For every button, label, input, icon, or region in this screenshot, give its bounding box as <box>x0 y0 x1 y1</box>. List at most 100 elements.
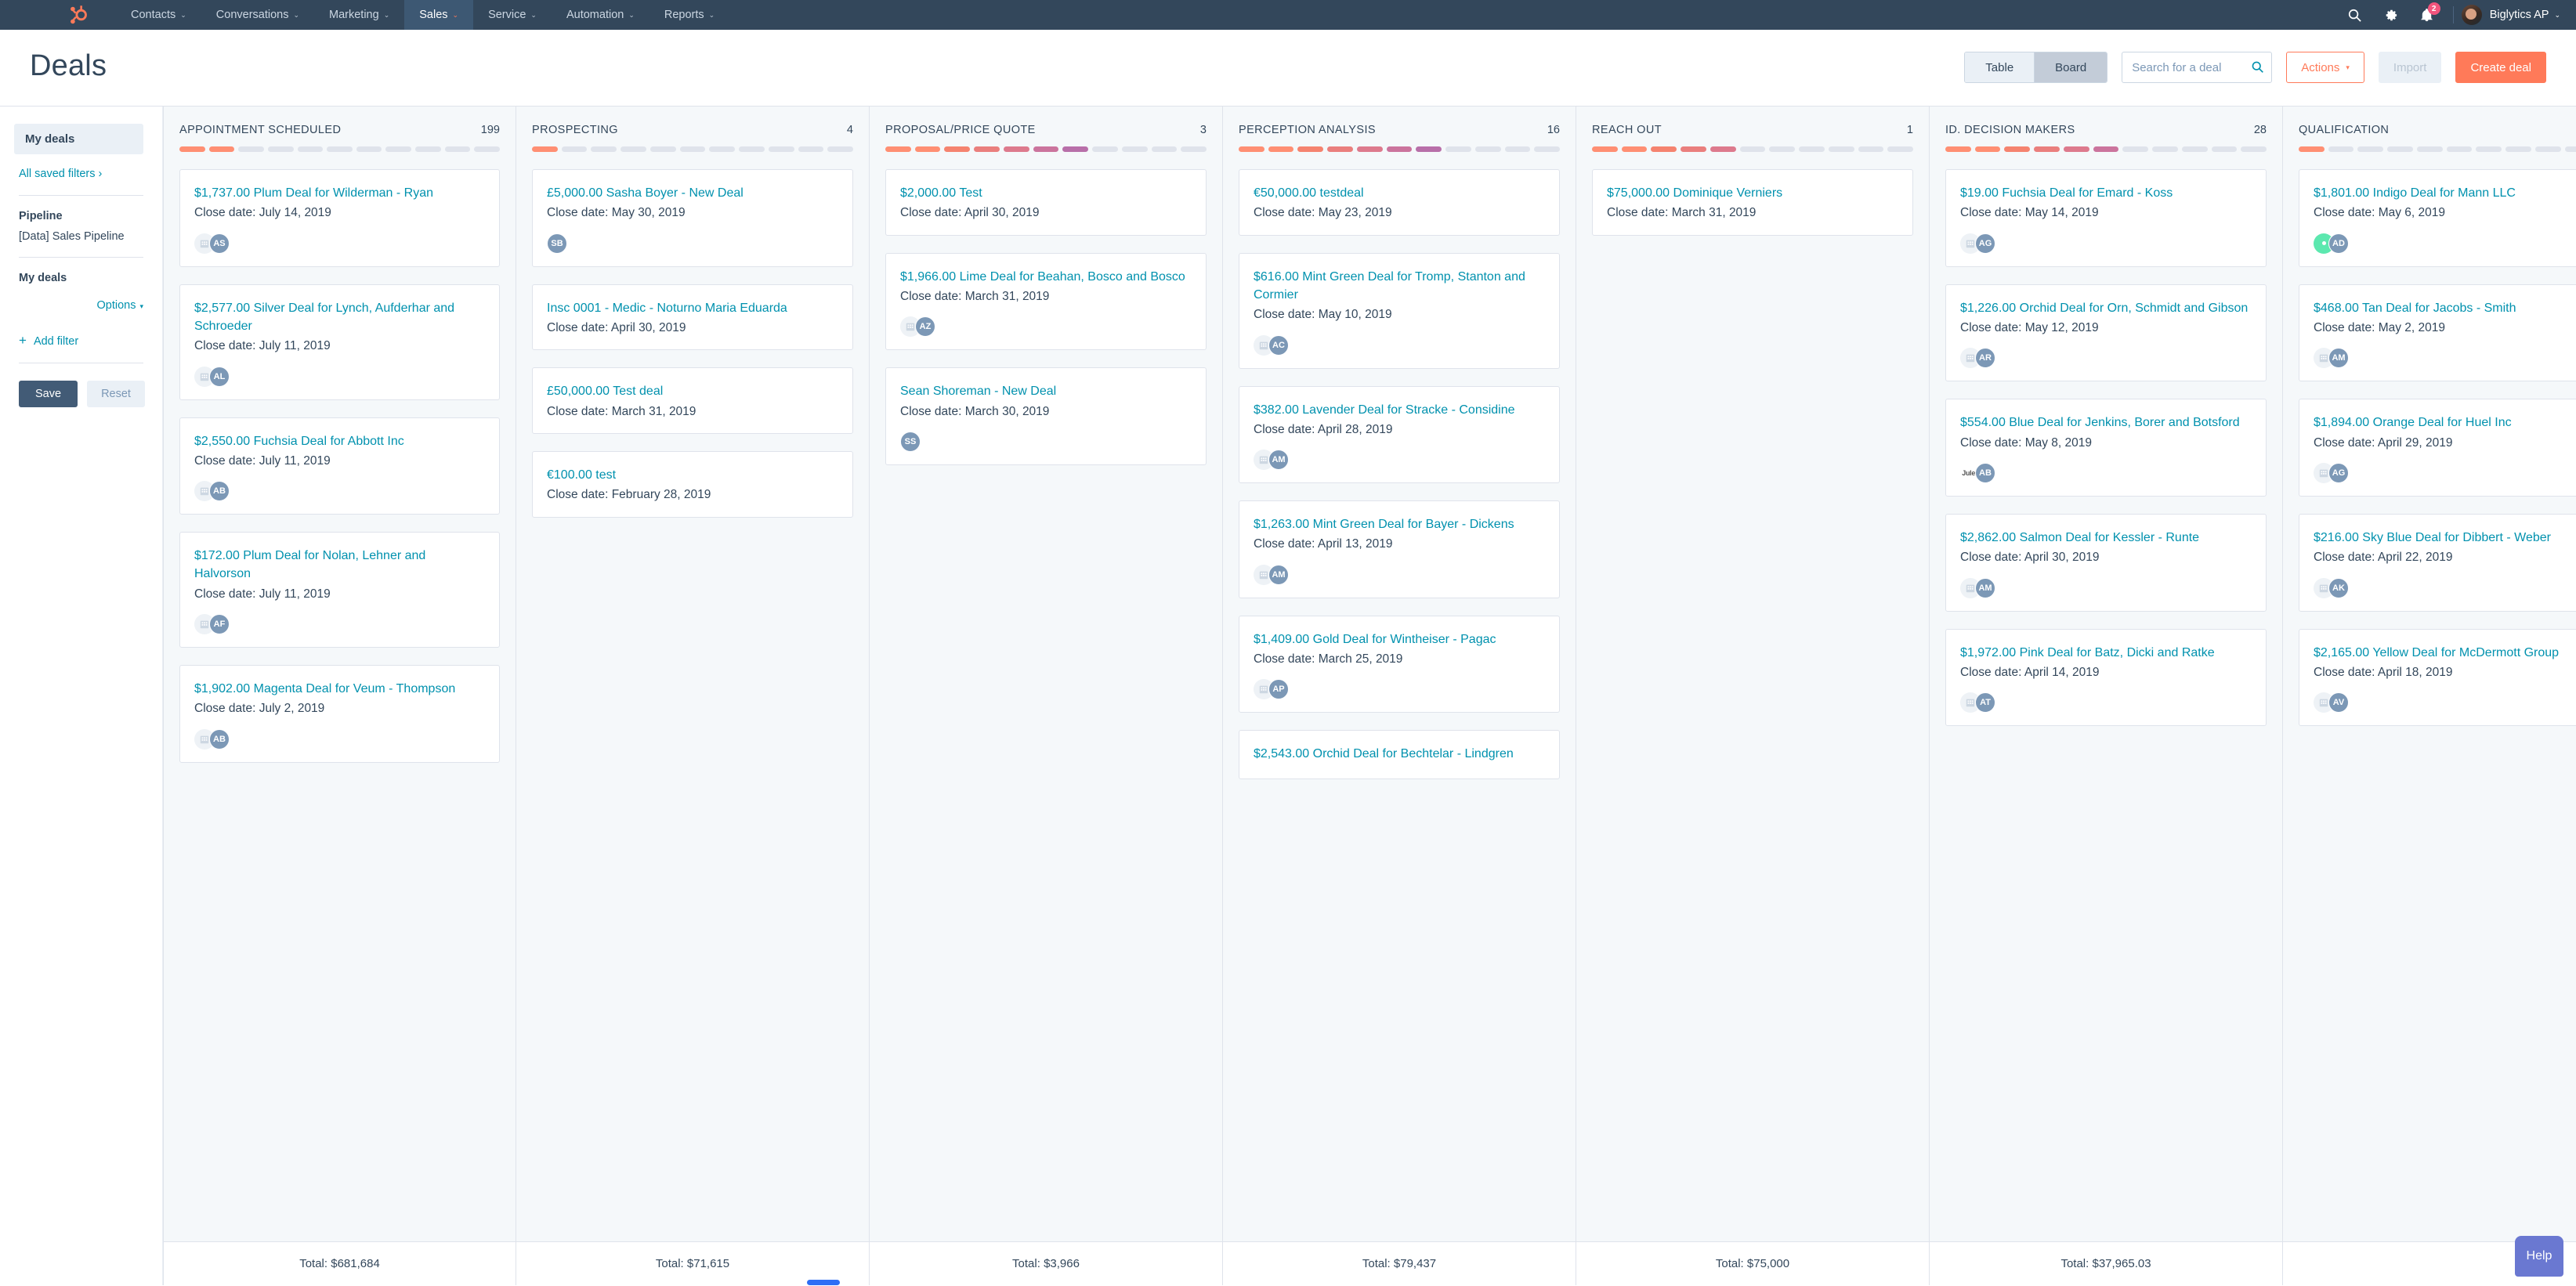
deal-card[interactable]: £50,000.00 Test dealClose date: March 31… <box>532 367 853 434</box>
contact-avatar[interactable]: AT <box>1975 692 1995 713</box>
deal-card-title[interactable]: $1,966.00 Lime Deal for Beahan, Bosco an… <box>900 268 1192 286</box>
hubspot-logo-icon[interactable] <box>56 0 99 30</box>
nav-item-contacts[interactable]: Contacts ⌄ <box>116 0 201 30</box>
deal-card[interactable]: $1,737.00 Plum Deal for Wilderman - Ryan… <box>179 169 500 267</box>
nav-item-reports[interactable]: Reports ⌄ <box>649 0 729 30</box>
deal-card-title[interactable]: $2,862.00 Salmon Deal for Kessler - Runt… <box>1960 529 2252 547</box>
deal-card[interactable]: $2,577.00 Silver Deal for Lynch, Aufderh… <box>179 284 500 400</box>
deal-card-title[interactable]: $216.00 Sky Blue Deal for Dibbert - Webe… <box>2314 529 2576 547</box>
view-toggle-table[interactable]: Table <box>1965 52 2034 82</box>
deal-card[interactable]: $1,894.00 Orange Deal for Huel IncClose … <box>2299 399 2576 497</box>
deal-card[interactable]: €50,000.00 testdealClose date: May 23, 2… <box>1239 169 1560 236</box>
contact-avatar[interactable]: AP <box>1268 679 1289 699</box>
deal-card[interactable]: Sean Shoreman - New DealClose date: Marc… <box>885 367 1207 465</box>
deal-card-title[interactable]: £5,000.00 Sasha Boyer - New Deal <box>547 184 838 202</box>
contact-avatar[interactable]: AL <box>209 367 230 387</box>
deal-card-title[interactable]: Sean Shoreman - New Deal <box>900 382 1192 400</box>
nav-item-automation[interactable]: Automation ⌄ <box>552 0 649 30</box>
contact-avatar[interactable]: AG <box>2328 463 2349 483</box>
view-toggle-board[interactable]: Board <box>2034 52 2107 82</box>
deal-card[interactable]: $2,543.00 Orchid Deal for Bechtelar - Li… <box>1239 730 1560 778</box>
pipeline-filter-value[interactable]: [Data] Sales Pipeline <box>19 230 143 243</box>
gear-icon[interactable] <box>2373 0 2409 30</box>
contact-avatar[interactable]: AK <box>2328 578 2349 598</box>
contact-avatar[interactable]: AM <box>2328 348 2349 368</box>
deal-card-title[interactable]: $2,165.00 Yellow Deal for McDermott Grou… <box>2314 644 2576 662</box>
contact-avatar[interactable]: AB <box>1975 463 1995 483</box>
deal-card-title[interactable]: $75,000.00 Dominique Verniers <box>1607 184 1898 202</box>
deal-card-title[interactable]: $1,737.00 Plum Deal for Wilderman - Ryan <box>194 184 485 202</box>
deal-card[interactable]: $1,972.00 Pink Deal for Batz, Dicki and … <box>1945 629 2267 727</box>
filter-options-button[interactable]: Options▾ <box>96 299 143 312</box>
contact-avatar[interactable]: AG <box>1975 233 1995 254</box>
deal-card[interactable]: $216.00 Sky Blue Deal for Dibbert - Webe… <box>2299 514 2576 612</box>
deal-card-title[interactable]: $172.00 Plum Deal for Nolan, Lehner and … <box>194 547 485 583</box>
deal-card-title[interactable]: $2,000.00 Test <box>900 184 1192 202</box>
actions-button[interactable]: Actions ▾ <box>2286 52 2364 83</box>
deal-card-title[interactable]: $616.00 Mint Green Deal for Tromp, Stant… <box>1254 268 1545 304</box>
board-horizontal-scrollbar[interactable] <box>163 1280 2576 1285</box>
deal-card-title[interactable]: $1,226.00 Orchid Deal for Orn, Schmidt a… <box>1960 299 2252 317</box>
deal-card-title[interactable]: $554.00 Blue Deal for Jenkins, Borer and… <box>1960 414 2252 432</box>
nav-item-sales[interactable]: Sales ⌄ <box>404 0 473 30</box>
deal-card[interactable]: $2,000.00 TestClose date: April 30, 2019 <box>885 169 1207 236</box>
deal-card-title[interactable]: $1,894.00 Orange Deal for Huel Inc <box>2314 414 2576 432</box>
deal-card-title[interactable]: Insc 0001 - Medic - Noturno Maria Eduard… <box>547 299 838 317</box>
deal-card-title[interactable]: $382.00 Lavender Deal for Stracke - Cons… <box>1254 401 1545 419</box>
user-avatar[interactable] <box>2462 5 2482 25</box>
deal-card-title[interactable]: $468.00 Tan Deal for Jacobs - Smith <box>2314 299 2576 317</box>
contact-avatar[interactable]: AB <box>209 729 230 750</box>
nav-item-service[interactable]: Service ⌄ <box>473 0 552 30</box>
contact-avatar[interactable]: AZ <box>915 316 935 337</box>
search-icon[interactable] <box>2337 0 2373 30</box>
all-saved-filters-link[interactable]: All saved filters › <box>19 168 102 180</box>
deal-card[interactable]: $468.00 Tan Deal for Jacobs - SmithClose… <box>2299 284 2576 382</box>
contact-avatar[interactable]: AF <box>209 614 230 634</box>
deal-card-title[interactable]: $2,543.00 Orchid Deal for Bechtelar - Li… <box>1254 745 1545 763</box>
deal-card[interactable]: $2,862.00 Salmon Deal for Kessler - Runt… <box>1945 514 2267 612</box>
deal-card[interactable]: $1,966.00 Lime Deal for Beahan, Bosco an… <box>885 253 1207 351</box>
saved-view-my-deals[interactable]: My deals <box>14 124 143 154</box>
deal-card-title[interactable]: $2,550.00 Fuchsia Deal for Abbott Inc <box>194 432 485 450</box>
bell-icon[interactable]: 2 <box>2409 0 2445 30</box>
deal-card[interactable]: $19.00 Fuchsia Deal for Emard - KossClos… <box>1945 169 2267 267</box>
deal-card[interactable]: $2,165.00 Yellow Deal for McDermott Grou… <box>2299 629 2576 727</box>
contact-avatar[interactable]: AV <box>2328 692 2349 713</box>
contact-avatar[interactable]: AS <box>209 233 230 254</box>
deal-card[interactable]: $1,409.00 Gold Deal for Wintheiser - Pag… <box>1239 616 1560 713</box>
deal-card[interactable]: $172.00 Plum Deal for Nolan, Lehner and … <box>179 532 500 648</box>
deal-card-title[interactable]: $2,577.00 Silver Deal for Lynch, Aufderh… <box>194 299 485 335</box>
deal-card[interactable]: $1,226.00 Orchid Deal for Orn, Schmidt a… <box>1945 284 2267 382</box>
contact-avatar[interactable]: AM <box>1975 578 1995 598</box>
deal-card-title[interactable]: €50,000.00 testdeal <box>1254 184 1545 202</box>
contact-avatar[interactable]: AD <box>2328 233 2349 254</box>
help-button[interactable]: Help <box>2515 1236 2563 1277</box>
contact-avatar[interactable]: SS <box>900 432 921 452</box>
scrollbar-thumb[interactable] <box>807 1280 840 1285</box>
deal-card-title[interactable]: €100.00 test <box>547 466 838 484</box>
contact-avatar[interactable]: AM <box>1268 450 1289 470</box>
contact-avatar[interactable]: AR <box>1975 348 1995 368</box>
reset-filter-button[interactable]: Reset <box>87 381 145 407</box>
search-input[interactable] <box>2122 52 2272 83</box>
import-button[interactable]: Import <box>2379 52 2442 83</box>
deal-card[interactable]: $1,902.00 Magenta Deal for Veum - Thomps… <box>179 665 500 763</box>
deal-card-title[interactable]: $1,801.00 Indigo Deal for Mann LLC <box>2314 184 2576 202</box>
deal-card-title[interactable]: $1,409.00 Gold Deal for Wintheiser - Pag… <box>1254 630 1545 648</box>
deal-card[interactable]: $1,263.00 Mint Green Deal for Bayer - Di… <box>1239 500 1560 598</box>
deal-card[interactable]: €100.00 testClose date: February 28, 201… <box>532 451 853 518</box>
deal-card[interactable]: $616.00 Mint Green Deal for Tromp, Stant… <box>1239 253 1560 369</box>
deal-card-title[interactable]: $1,263.00 Mint Green Deal for Bayer - Di… <box>1254 515 1545 533</box>
deal-card-title[interactable]: $1,972.00 Pink Deal for Batz, Dicki and … <box>1960 644 2252 662</box>
account-menu[interactable]: Biglytics AP ⌄ <box>2490 9 2576 21</box>
nav-item-marketing[interactable]: Marketing ⌄ <box>314 0 404 30</box>
deal-card[interactable]: $1,801.00 Indigo Deal for Mann LLCClose … <box>2299 169 2576 267</box>
deal-card[interactable]: $2,550.00 Fuchsia Deal for Abbott IncClo… <box>179 417 500 515</box>
deal-card-title[interactable]: $1,902.00 Magenta Deal for Veum - Thomps… <box>194 680 485 698</box>
deal-card[interactable]: £5,000.00 Sasha Boyer - New DealClose da… <box>532 169 853 267</box>
deal-card[interactable]: $382.00 Lavender Deal for Stracke - Cons… <box>1239 386 1560 484</box>
contact-avatar[interactable]: AB <box>209 481 230 501</box>
save-filter-button[interactable]: Save <box>19 381 78 407</box>
create-deal-button[interactable]: Create deal <box>2455 52 2546 83</box>
contact-avatar[interactable]: AC <box>1268 335 1289 356</box>
